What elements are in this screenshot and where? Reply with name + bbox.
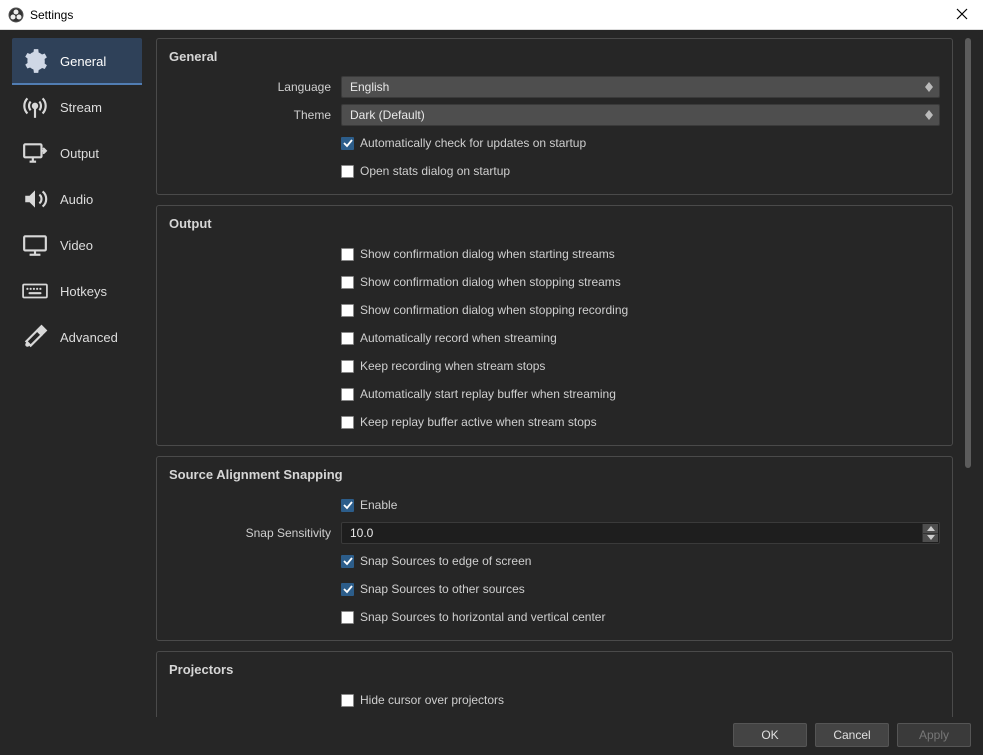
- window-title: Settings: [30, 8, 73, 22]
- checkbox-label: Hide cursor over projectors: [360, 693, 504, 707]
- sidebar-item-stream[interactable]: Stream: [12, 84, 142, 130]
- checkbox-icon: [341, 360, 354, 373]
- checkbox-icon: [341, 611, 354, 624]
- checkbox-snap-enable[interactable]: Enable: [341, 498, 397, 512]
- group-title: Source Alignment Snapping: [169, 467, 940, 482]
- sidebar-item-label: Output: [60, 146, 99, 161]
- checkbox-icon: [341, 248, 354, 261]
- checkbox-label: Snap Sources to horizontal and vertical …: [360, 610, 605, 624]
- checkbox-open-stats[interactable]: Open stats dialog on startup: [341, 164, 510, 178]
- checkbox-label: Snap Sources to other sources: [360, 582, 525, 596]
- checkbox-label: Enable: [360, 498, 397, 512]
- video-icon: [20, 230, 50, 260]
- theme-label: Theme: [169, 108, 341, 122]
- checkbox-snap-center[interactable]: Snap Sources to horizontal and vertical …: [341, 610, 605, 624]
- language-value: English: [350, 80, 389, 94]
- group-general: General Language English Theme: [156, 38, 953, 195]
- checkbox-auto-record[interactable]: Automatically record when streaming: [341, 331, 557, 345]
- checkbox-icon: [341, 388, 354, 401]
- theme-select[interactable]: Dark (Default): [341, 104, 940, 126]
- content-wrap: General Language English Theme: [156, 38, 973, 717]
- checkbox-confirm-stop-recording[interactable]: Show confirmation dialog when stopping r…: [341, 303, 628, 317]
- sidebar-item-general[interactable]: General: [12, 38, 142, 84]
- sidebar-item-output[interactable]: Output: [12, 130, 142, 176]
- checkbox-auto-update[interactable]: Automatically check for updates on start…: [341, 136, 586, 150]
- checkbox-icon: [341, 499, 354, 512]
- group-title: General: [169, 49, 940, 64]
- checkbox-label: Automatically check for updates on start…: [360, 136, 586, 150]
- checkbox-label: Show confirmation dialog when starting s…: [360, 247, 615, 261]
- cancel-button[interactable]: Cancel: [815, 723, 889, 747]
- sidebar-item-advanced[interactable]: Advanced: [12, 314, 142, 360]
- sidebar-item-label: Video: [60, 238, 93, 253]
- group-title: Projectors: [169, 662, 940, 677]
- language-label: Language: [169, 80, 341, 94]
- sensitivity-label: Snap Sensitivity: [169, 526, 341, 540]
- sidebar-item-video[interactable]: Video: [12, 222, 142, 268]
- gear-icon: [20, 46, 50, 76]
- group-title: Output: [169, 216, 940, 231]
- close-button[interactable]: [953, 5, 971, 23]
- checkbox-icon: [341, 276, 354, 289]
- checkbox-label: Open stats dialog on startup: [360, 164, 510, 178]
- output-icon: [20, 138, 50, 168]
- checkbox-confirm-stop-stream[interactable]: Show confirmation dialog when stopping s…: [341, 275, 621, 289]
- keyboard-icon: [20, 276, 50, 306]
- checkbox-icon: [341, 165, 354, 178]
- checkbox-snap-edge[interactable]: Snap Sources to edge of screen: [341, 554, 531, 568]
- theme-value: Dark (Default): [350, 108, 425, 122]
- checkbox-icon: [341, 583, 354, 596]
- checkbox-label: Show confirmation dialog when stopping s…: [360, 275, 621, 289]
- checkbox-label: Automatically record when streaming: [360, 331, 557, 345]
- stream-icon: [20, 92, 50, 122]
- title-bar: Settings: [0, 0, 983, 30]
- sidebar-item-label: Hotkeys: [60, 284, 107, 299]
- checkbox-icon: [341, 137, 354, 150]
- tools-icon: [20, 322, 50, 352]
- scrollbar[interactable]: [963, 38, 973, 717]
- group-output: Output Show confirmation dialog when sta…: [156, 205, 953, 446]
- scrollbar-thumb[interactable]: [965, 38, 971, 468]
- checkbox-icon: [341, 416, 354, 429]
- checkbox-icon: [341, 555, 354, 568]
- sidebar-item-label: Audio: [60, 192, 93, 207]
- main-row: General Stream Output Audio Video: [0, 30, 983, 721]
- checkbox-icon: [341, 304, 354, 317]
- checkbox-label: Snap Sources to edge of screen: [360, 554, 531, 568]
- updown-icon: [923, 80, 935, 94]
- group-projectors: Projectors Hide cursor over projectors M…: [156, 651, 953, 717]
- sensitivity-value: 10.0: [350, 526, 373, 540]
- apply-button[interactable]: Apply: [897, 723, 971, 747]
- group-snapping: Source Alignment Snapping Enable Snap Se…: [156, 456, 953, 641]
- checkbox-confirm-start-stream[interactable]: Show confirmation dialog when starting s…: [341, 247, 615, 261]
- checkbox-icon: [341, 332, 354, 345]
- checkbox-auto-replay-buffer[interactable]: Automatically start replay buffer when s…: [341, 387, 616, 401]
- audio-icon: [20, 184, 50, 214]
- sidebar: General Stream Output Audio Video: [12, 38, 142, 717]
- sensitivity-input[interactable]: 10.0: [341, 522, 940, 544]
- app-icon: [8, 7, 24, 23]
- checkbox-label: Keep recording when stream stops: [360, 359, 545, 373]
- checkbox-hide-cursor[interactable]: Hide cursor over projectors: [341, 693, 504, 707]
- checkbox-icon: [341, 694, 354, 707]
- checkbox-label: Show confirmation dialog when stopping r…: [360, 303, 628, 317]
- checkbox-snap-other[interactable]: Snap Sources to other sources: [341, 582, 525, 596]
- checkbox-label: Keep replay buffer active when stream st…: [360, 415, 597, 429]
- sidebar-item-audio[interactable]: Audio: [12, 176, 142, 222]
- sidebar-item-label: General: [60, 54, 106, 69]
- window-body: General Stream Output Audio Video: [0, 30, 983, 755]
- checkbox-label: Automatically start replay buffer when s…: [360, 387, 616, 401]
- sidebar-item-label: Advanced: [60, 330, 118, 345]
- ok-button[interactable]: OK: [733, 723, 807, 747]
- spin-buttons[interactable]: [922, 524, 938, 542]
- sidebar-item-label: Stream: [60, 100, 102, 115]
- sidebar-item-hotkeys[interactable]: Hotkeys: [12, 268, 142, 314]
- button-bar: OK Cancel Apply: [0, 721, 983, 755]
- checkbox-keep-recording[interactable]: Keep recording when stream stops: [341, 359, 545, 373]
- content-scroll: General Language English Theme: [156, 38, 953, 717]
- updown-icon: [923, 108, 935, 122]
- language-select[interactable]: English: [341, 76, 940, 98]
- checkbox-keep-replay-buffer[interactable]: Keep replay buffer active when stream st…: [341, 415, 597, 429]
